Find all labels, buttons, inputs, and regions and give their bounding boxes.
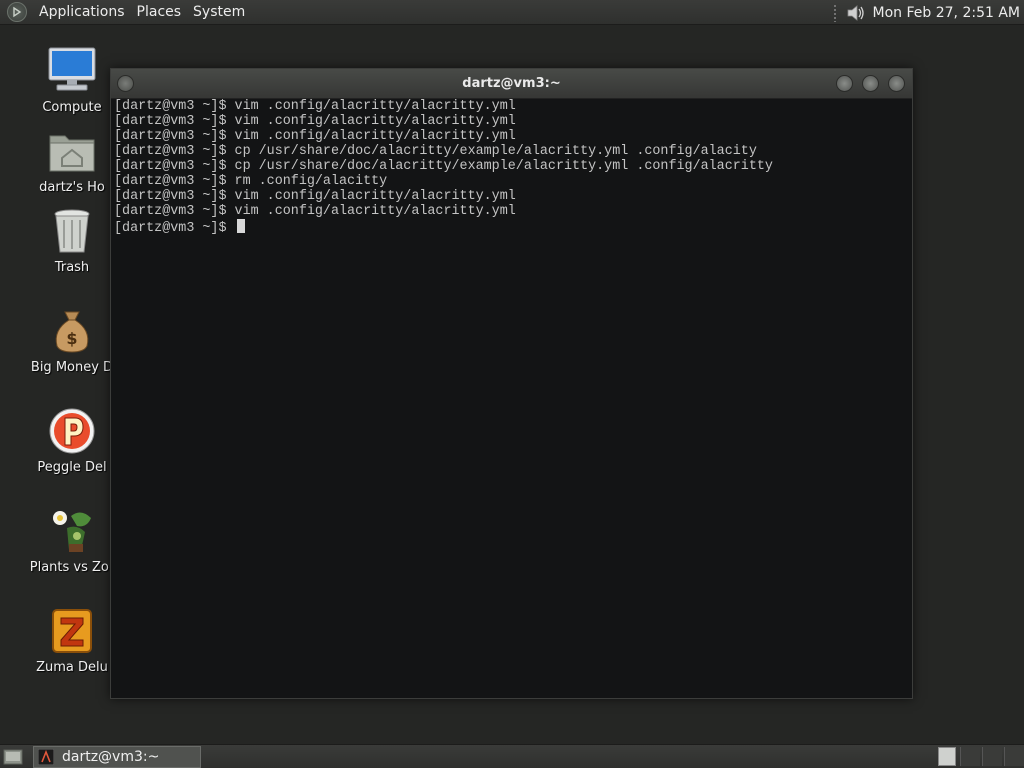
menu-system[interactable]: System [187, 0, 251, 25]
peggle-icon [49, 408, 95, 454]
gnome-foot-icon[interactable] [7, 2, 27, 22]
terminal-prompt-line[interactable]: [dartz@vm3 ~]$ [114, 219, 912, 236]
plants-vs-zombies-icon [53, 511, 91, 552]
volume-icon[interactable] [845, 2, 867, 24]
desktop-icon-label: dartz's Ho [39, 180, 105, 195]
window-titlebar[interactable]: dartz@vm3:~ [111, 69, 912, 99]
computer-icon [48, 47, 96, 91]
money-bag-icon: $ [55, 311, 89, 353]
panel-drag-handle[interactable] [832, 3, 837, 22]
desktop-icon-trash[interactable]: Trash [24, 206, 120, 296]
taskbar-item-terminal[interactable]: dartz@vm3:~ [33, 745, 201, 768]
terminal-line: [dartz@vm3 ~]$ cp /usr/share/doc/alacrit… [114, 144, 757, 159]
window-menu-button[interactable] [117, 75, 134, 92]
workspace-4[interactable] [1004, 747, 1024, 766]
top-panel: Applications Places System Mon Feb 27, 2… [0, 0, 1024, 25]
taskbar-item-label: dartz@vm3:~ [62, 748, 160, 765]
desktop-icon-label: Trash [54, 260, 90, 275]
workspace-3[interactable] [982, 747, 1002, 766]
trash-icon [54, 209, 90, 253]
desktop-icon-home[interactable]: dartz's Ho [24, 126, 120, 216]
terminal-line: [dartz@vm3 ~]$ vim .config/alacritty/ala… [114, 114, 516, 129]
terminal-line: [dartz@vm3 ~]$ vim .config/alacritty/ala… [114, 189, 516, 204]
workspace-1[interactable] [938, 747, 956, 766]
desktop-icon-label: Compute [42, 100, 102, 115]
desktop-icon-big-money[interactable]: $ Big Money D [24, 306, 120, 396]
alacritty-icon [38, 748, 54, 765]
desktop-icon-peggle[interactable]: Peggle Del [24, 406, 120, 496]
zuma-icon [52, 609, 92, 653]
clock[interactable]: Mon Feb 27, 2:51 AM [873, 5, 1020, 21]
desktop-icon-zuma[interactable]: Zuma Delu [24, 606, 120, 696]
desktop-icon-plants-vs-zombies[interactable]: Plants vs Zor [24, 506, 120, 596]
desktop-icon-label: Plants vs Zor [29, 560, 115, 575]
svg-text:$: $ [66, 329, 77, 348]
terminal-line: [dartz@vm3 ~]$ vim .config/alacritty/ala… [114, 204, 516, 219]
desktop-icon-computer[interactable]: Compute [24, 46, 120, 136]
menu-applications[interactable]: Applications [33, 0, 131, 25]
menu-places[interactable]: Places [131, 0, 188, 25]
terminal-cursor [236, 219, 245, 233]
terminal-window[interactable]: dartz@vm3:~ [dartz@vm3 ~]$ vim .config/a… [110, 68, 913, 699]
terminal-line: [dartz@vm3 ~]$ cp /usr/share/doc/alacrit… [114, 159, 773, 174]
desktop-icon-label: Zuma Delu [36, 660, 108, 675]
panel-right-area: Mon Feb 27, 2:51 AM [832, 0, 1020, 25]
show-desktop-icon[interactable] [3, 748, 23, 766]
terminal-line: [dartz@vm3 ~]$ vim .config/alacritty/ala… [114, 99, 516, 114]
close-button[interactable] [888, 75, 905, 92]
bottom-panel: dartz@vm3:~ [0, 744, 1024, 768]
window-title: dartz@vm3:~ [462, 76, 561, 91]
terminal-line: [dartz@vm3 ~]$ rm .config/alacitty [114, 174, 388, 189]
minimize-button[interactable] [836, 75, 853, 92]
terminal-line: [dartz@vm3 ~]$ vim .config/alacritty/ala… [114, 129, 516, 144]
terminal-prompt: [dartz@vm3 ~]$ [114, 221, 235, 236]
maximize-button[interactable] [862, 75, 879, 92]
desktop-icon-label: Peggle Del [37, 460, 107, 475]
home-folder-icon [49, 135, 95, 172]
workspace-2[interactable] [960, 747, 980, 766]
desktop-icon-label: Big Money D [30, 360, 114, 375]
terminal-output[interactable]: [dartz@vm3 ~]$ vim .config/alacritty/ala… [111, 99, 912, 236]
